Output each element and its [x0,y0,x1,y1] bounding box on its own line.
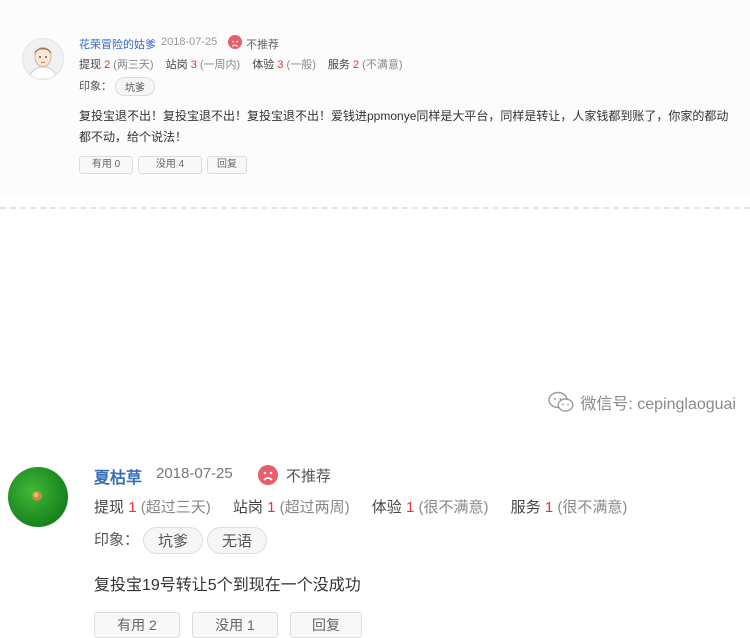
review-date: 2018-07-25 [156,465,233,482]
review-content: 复投宝19号转让5个到现在一个没成功 [94,577,361,594]
helpful-button[interactable]: 有用 2 [94,612,180,638]
not-helpful-button[interactable]: 没用 4 [138,156,202,174]
impression-row: 印象： 坑爹 [79,77,155,96]
user-avatar-icon [32,491,42,501]
rating-experience: 体验 3 (一般) [252,59,316,71]
rating-service: 服务 2 (不满意) [327,59,403,71]
reply-button[interactable]: 回复 [207,156,247,174]
impression-label: 印象： [79,80,112,93]
ratings-row: 提现 1 (超过三天) 站岗 1 (超过两周) 体验 1 (很不满意) 服务 1… [94,496,645,517]
review-divider [0,207,750,209]
username-link[interactable]: 夏枯草 [94,464,142,488]
ratings-row: 提现 2 (两三天) 站岗 3 (一周内) 体验 3 (一般) 服务 2 (不满… [79,56,412,72]
rating-standby: 站岗 1 (超过两周) [232,499,350,516]
review-date: 2018-07-25 [161,36,218,48]
review-card: 花荣冒险的姑爹 2018-07-25 不推荐 提现 2 (两三天) 站岗 3 (… [0,0,750,198]
watermark-text: 微信号: cepinglaoguai [580,396,736,413]
review-actions: 有用 2 没用 1 回复 [94,612,374,638]
review-actions: 有用 0 没用 4 回复 [79,152,252,174]
not-helpful-button[interactable]: 没用 1 [192,612,278,638]
verdict-label: 不推荐 [246,39,279,51]
sad-face-icon [228,35,242,49]
sad-face-icon [258,465,278,485]
verdict-label: 不推荐 [286,468,332,485]
impression-tag[interactable]: 坑爹 [115,77,155,96]
impression-tag[interactable]: 坑爹 [143,527,204,554]
wechat-watermark: 微信号: cepinglaoguai [548,390,736,418]
rating-service: 服务 1 (很不满意) [510,499,628,516]
helpful-button[interactable]: 有用 0 [79,156,133,174]
avatar[interactable] [22,38,64,80]
user-avatar-icon [23,39,63,79]
impression-label: 印象： [94,531,140,549]
reply-button[interactable]: 回复 [290,612,362,638]
impression-tag[interactable]: 无语 [207,527,268,554]
review-content: 复投宝退不出！复投宝退不出！复投宝退不出！爱钱进ppmonye同样是大平台，同样… [79,109,729,144]
wechat-icon [548,391,574,418]
impression-row: 印象： 坑爹 无语 [94,527,268,554]
username-link[interactable]: 花荣冒险的姑爹 [79,36,156,52]
rating-withdraw: 提现 1 (超过三天) [94,499,211,516]
rating-experience: 体验 1 (很不满意) [371,499,489,516]
rating-withdraw: 提现 2 (两三天) [79,59,154,71]
avatar[interactable] [8,467,68,527]
rating-standby: 站岗 3 (一周内) [165,59,241,71]
